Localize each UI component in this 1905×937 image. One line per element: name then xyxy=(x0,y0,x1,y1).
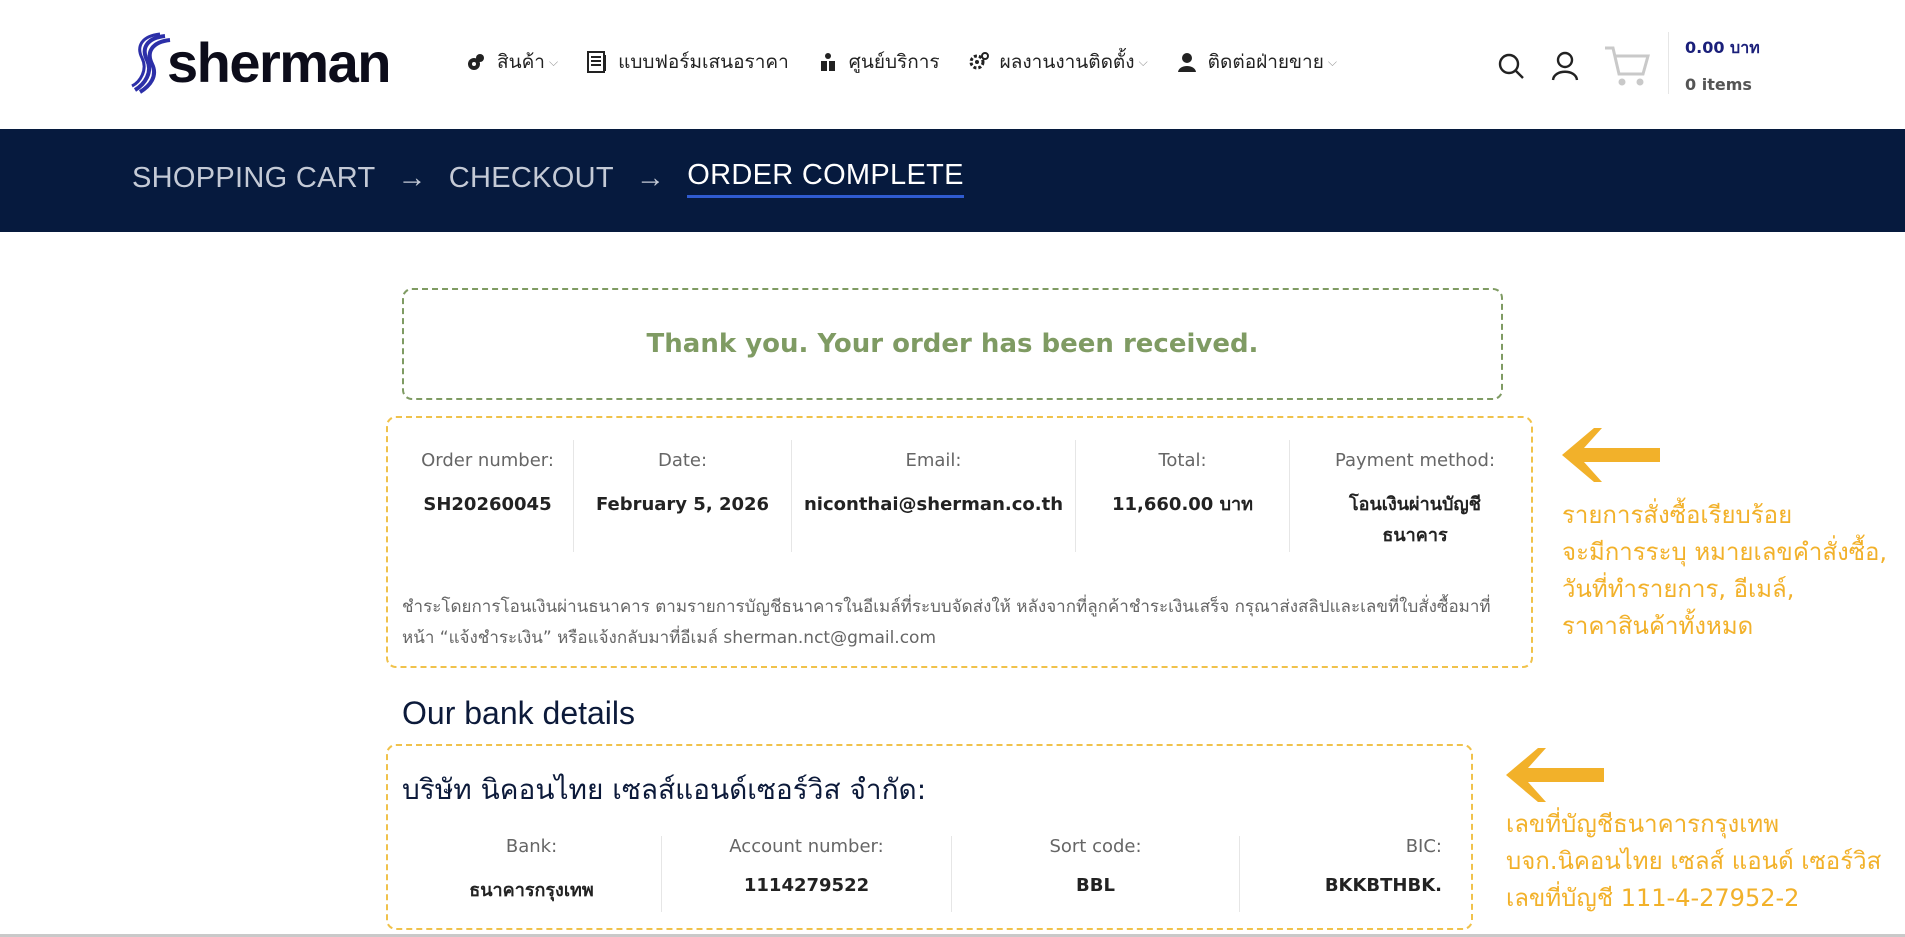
sort-code-label: Sort code: xyxy=(1049,836,1142,857)
nav-item-contact-sales[interactable]: ติดต่อฝ่ายขาย ⌵ xyxy=(1176,47,1337,77)
chevron-down-icon: ⌵ xyxy=(1138,54,1148,69)
bic-label: BIC: xyxy=(1405,836,1442,857)
nav-item-products[interactable]: สินค้า ⌵ xyxy=(465,47,558,77)
annotation-line: จะมีการระบุ หมายเลขคำสั่งซื้อ, xyxy=(1562,538,1888,566)
annotation-line: รายการสั่งซื้อเรียบร้อย xyxy=(1562,501,1793,529)
cart-icon[interactable] xyxy=(1603,44,1651,88)
chevron-down-icon: ⌵ xyxy=(548,54,559,69)
annotation-line: ราคาสินค้าทั้งหมด xyxy=(1562,612,1754,640)
header-actions xyxy=(1495,44,1667,88)
gear-icon xyxy=(968,51,990,73)
bank-name-value: ธนาคารกรุงเทพ xyxy=(469,880,594,901)
logo-mark-icon xyxy=(131,32,171,94)
nav-item-service-center[interactable]: ศูนย์บริการ xyxy=(817,47,940,77)
form-icon xyxy=(586,51,608,73)
site-header: sherman สินค้า ⌵ แบบฟอร์มเสนอราคา ศูนย์บ… xyxy=(0,0,1905,129)
account-icon[interactable] xyxy=(1549,50,1581,82)
payment-instructions: ชำระโดยการโอนเงินผ่านธนาคาร ตามรายการบัญ… xyxy=(402,597,1491,648)
step-arrow: → xyxy=(635,162,666,194)
checkout-steps: SHOPPING CART → CHECKOUT → ORDER COMPLET… xyxy=(132,159,964,198)
step-shopping-cart[interactable]: SHOPPING CART xyxy=(132,162,375,195)
nav-label: ศูนย์บริการ xyxy=(848,51,940,73)
nav-item-quote-form[interactable]: แบบฟอร์มเสนอราคา xyxy=(586,47,789,77)
bank-details-row: Bank: ธนาคารกรุงเทพ Account number: 1114… xyxy=(402,836,1442,912)
cart-divider xyxy=(1668,32,1669,94)
order-number-cell: Order number: SH20260045 xyxy=(402,440,574,552)
bank-name-cell: Bank: ธนาคารกรุงเทพ xyxy=(402,836,662,912)
order-number-value: SH20260045 xyxy=(423,494,552,515)
tools-icon xyxy=(465,51,487,73)
sort-code-cell: Sort code: BBL xyxy=(952,836,1240,912)
logo[interactable]: sherman xyxy=(131,31,391,94)
nav-label: แบบฟอร์มเสนอราคา xyxy=(618,51,789,73)
account-number-label: Account number: xyxy=(729,836,884,857)
order-overview: Order number: SH20260045 Date: February … xyxy=(386,416,1533,668)
payment-method-value: โอนเงินผ่านบัญชีธนาคาร xyxy=(1349,494,1481,546)
order-annotation: รายการสั่งซื้อเรียบร้อย จะมีการระบุ หมาย… xyxy=(1562,497,1887,645)
bank-account-company: บริษัท นิคอนไทย เซลส์แอนด์เซอร์วิส จำกัด… xyxy=(402,773,927,806)
bank-details-heading: Our bank details xyxy=(402,695,636,731)
order-overview-row: Order number: SH20260045 Date: February … xyxy=(402,440,1520,552)
annotation-line: บจก.นิคอนไทย เซลส์ แอนด์ เซอร์วิส xyxy=(1506,847,1882,875)
user-icon xyxy=(1176,51,1198,73)
bic-cell: BIC: BKKBTHBK. xyxy=(1240,836,1442,912)
cart-total: 0.00 บาท xyxy=(1685,38,1760,57)
step-order-complete: ORDER COMPLETE xyxy=(687,159,964,198)
annotation-line: เลขที่บัญชีธนาคารกรุงเทพ xyxy=(1506,810,1780,838)
cart-item-count: 0 items xyxy=(1685,75,1752,94)
annotation-arrow-left-icon xyxy=(1506,748,1604,802)
annotation-line: วันที่ทำรายการ, อีเมล์, xyxy=(1562,575,1795,603)
step-arrow: → xyxy=(397,162,427,194)
chevron-down-icon: ⌵ xyxy=(1327,54,1337,69)
order-number-label: Order number: xyxy=(421,450,554,471)
order-email-value: niconthai@sherman.co.th xyxy=(803,494,1064,515)
account-number-cell: Account number: 1114279522 xyxy=(662,836,952,912)
annotation-arrow-left-icon xyxy=(1562,428,1660,482)
step-checkout[interactable]: CHECKOUT xyxy=(449,162,614,195)
bic-value: BKKBTHBK. xyxy=(1324,875,1442,896)
order-total-label: Total: xyxy=(1158,450,1207,471)
nav-label: ผลงานงานติดตั้ง xyxy=(999,51,1135,73)
order-received-notice: Thank you. Your order has been received. xyxy=(402,288,1503,400)
nav-item-installations[interactable]: ผลงานงานติดตั้ง ⌵ xyxy=(968,47,1148,77)
payment-method-cell: Payment method: โอนเงินผ่านบัญชีธนาคาร xyxy=(1290,440,1520,552)
mini-cart[interactable]: 0.00 บาท 0 items xyxy=(1685,36,1760,94)
annotation-line: เลขที่บัญชี 111-4-27952-2 xyxy=(1506,884,1800,912)
bank-name-label: Bank: xyxy=(505,836,558,857)
bank-annotation: เลขที่บัญชีธนาคารกรุงเทพ บจก.นิคอนไทย เซ… xyxy=(1506,806,1881,917)
main-nav: สินค้า ⌵ แบบฟอร์มเสนอราคา ศูนย์บริการ ผล… xyxy=(465,46,1365,78)
service-center-icon xyxy=(817,51,839,73)
nav-label: สินค้า xyxy=(497,51,545,73)
order-email-cell: Email: niconthai@sherman.co.th xyxy=(792,440,1076,552)
order-total-value: 11,660.00 บาท xyxy=(1111,494,1253,515)
notice-text: Thank you. Your order has been received. xyxy=(646,329,1259,359)
order-date-cell: Date: February 5, 2026 xyxy=(574,440,792,552)
order-total-cell: Total: 11,660.00 บาท xyxy=(1076,440,1290,552)
account-number-value: 1114279522 xyxy=(743,875,870,896)
order-date-value: February 5, 2026 xyxy=(595,494,770,515)
payment-method-label: Payment method: xyxy=(1334,450,1496,471)
bank-details: บริษัท นิคอนไทย เซลส์แอนด์เซอร์วิส จำกัด… xyxy=(386,744,1473,930)
nav-label: ติดต่อฝ่ายขาย xyxy=(1207,51,1324,73)
logo-text: sherman xyxy=(167,31,391,94)
order-email-label: Email: xyxy=(905,450,962,471)
search-icon[interactable] xyxy=(1495,50,1527,82)
order-date-label: Date: xyxy=(657,450,708,471)
sort-code-value: BBL xyxy=(1076,875,1115,896)
